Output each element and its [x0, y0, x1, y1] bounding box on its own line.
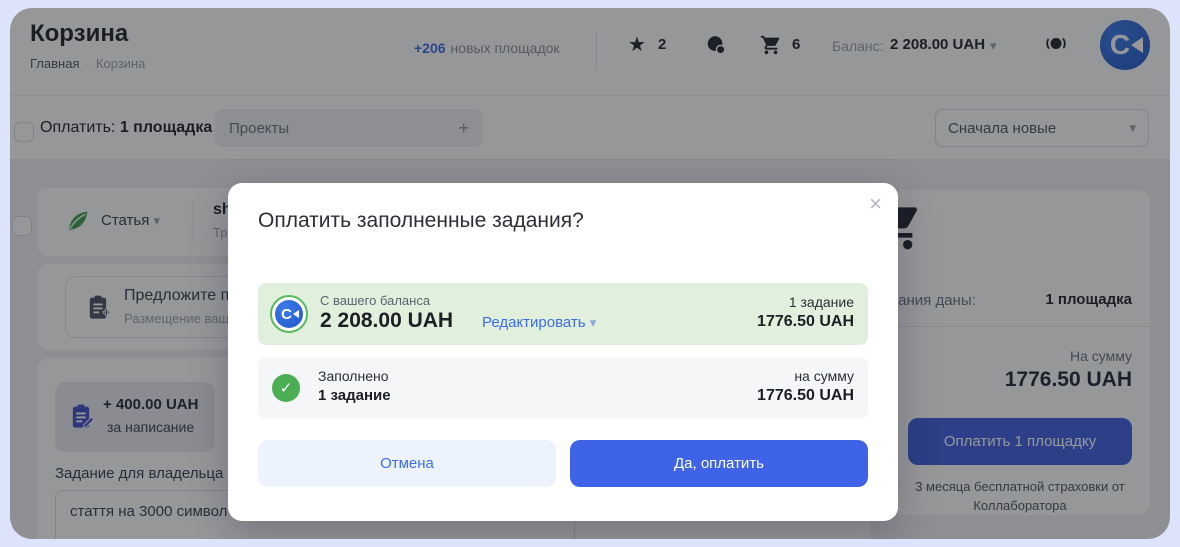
- balance-logo-letter: C: [281, 306, 292, 323]
- balance-tasks-amount: 1776.50 UAH: [757, 313, 854, 331]
- balance-tasks-count: 1 задание: [789, 294, 854, 310]
- filled-sum-value: 1776.50 UAH: [757, 387, 854, 405]
- balance-logo-badge: C: [270, 295, 308, 333]
- payment-confirm-modal: × Оплатить заполненные задания? C С ваше…: [228, 183, 898, 521]
- edit-caret-icon: ▾: [590, 315, 597, 330]
- modal-title: Оплатить заполненные задания?: [258, 209, 584, 233]
- filled-sum-label: на сумму: [794, 368, 854, 384]
- filled-label: Заполнено: [318, 368, 389, 384]
- filled-value: 1 задание: [318, 387, 391, 404]
- balance-logo-arrow-icon: [293, 310, 299, 318]
- app-window: Корзина Главная·Корзина +206новых площад…: [10, 8, 1170, 539]
- balance-logo-inner: C: [275, 300, 303, 328]
- balance-panel: C С вашего баланса 2 208.00 UAH Редактир…: [258, 283, 868, 345]
- edit-payment-label: Редактировать: [482, 314, 586, 331]
- balance-source-label: С вашего баланса: [320, 293, 430, 308]
- cancel-button[interactable]: Отмена: [258, 440, 556, 487]
- edit-payment-link[interactable]: Редактировать ▾: [482, 314, 596, 331]
- confirm-pay-button[interactable]: Да, оплатить: [570, 440, 868, 487]
- balance-amount: 2 208.00 UAH: [320, 309, 453, 333]
- check-icon: ✓: [272, 374, 300, 402]
- close-icon[interactable]: ×: [869, 191, 882, 217]
- filled-tasks-panel: ✓ Заполнено 1 задание на сумму 1776.50 U…: [258, 357, 868, 419]
